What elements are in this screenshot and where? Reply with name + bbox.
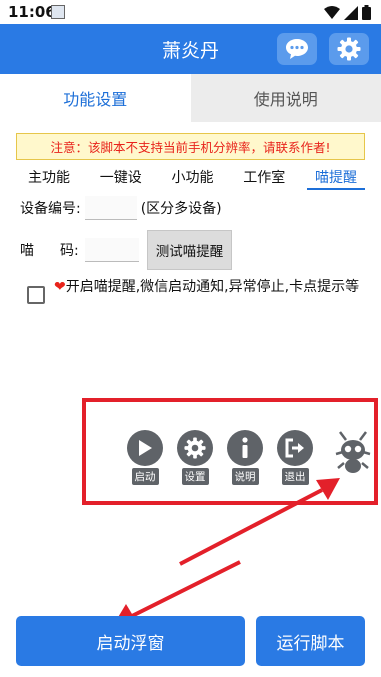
resolution-warning: 注意：该脚本不支持当前手机分辨率，请联系作者!	[16, 133, 365, 160]
tab-help[interactable]: 使用说明	[190, 74, 381, 122]
info-icon	[227, 430, 263, 466]
device-number-hint: (区分多设备)	[140, 201, 222, 217]
chat-button[interactable]	[277, 33, 317, 65]
status-bar: 11:06	[0, 0, 381, 24]
battery-icon	[362, 5, 371, 20]
wifi-icon	[324, 5, 340, 19]
sub-tab-main[interactable]: 主功能	[20, 164, 78, 190]
float-exit-item[interactable]: 退出	[277, 430, 313, 485]
sub-tab-studio[interactable]: 工作室	[235, 164, 293, 190]
status-time: 11:06	[8, 3, 56, 21]
test-reminder-button[interactable]: 测试喵提醒	[146, 230, 233, 270]
meow-code-label-1: 喵	[20, 243, 34, 259]
float-settings-item[interactable]: 设置	[177, 430, 213, 485]
reminder-label: 开启喵提醒,微信启动通知,异常停止,卡点提示等	[65, 279, 360, 295]
status-icons	[324, 5, 371, 20]
device-number-row: 设备编号: (区分多设备)	[20, 196, 222, 220]
notification-icon	[51, 5, 65, 19]
device-number-label: 设备编号:	[20, 201, 81, 217]
gear-icon	[337, 37, 361, 61]
meow-code-input[interactable]	[84, 238, 139, 262]
app-bar: 萧炎丹	[0, 24, 381, 74]
float-exit-label: 退出	[281, 468, 309, 485]
float-help-label: 说明	[231, 468, 259, 485]
float-help-item[interactable]: 说明	[227, 430, 263, 485]
heart-icon: ❤	[54, 279, 66, 295]
sub-tab-small-functions[interactable]: 小功能	[164, 164, 222, 190]
meow-code-label-2: 码:	[60, 243, 79, 259]
signal-icon	[344, 5, 358, 20]
device-number-input[interactable]	[84, 196, 137, 220]
float-start-label: 启动	[131, 468, 159, 485]
play-icon	[127, 430, 163, 466]
reminder-label-container: ❤开启喵提醒,微信启动通知,异常停止,卡点提示等	[54, 278, 366, 296]
start-float-window-button[interactable]: 启动浮窗	[16, 616, 245, 666]
top-tabs: 功能设置 使用说明	[0, 74, 381, 122]
settings-button[interactable]	[329, 33, 369, 65]
float-settings-label: 设置	[181, 468, 209, 485]
reminder-checkbox[interactable]	[27, 286, 45, 304]
gear-icon	[177, 430, 213, 466]
tab-settings[interactable]: 功能设置	[0, 74, 191, 122]
run-script-button[interactable]: 运行脚本	[256, 616, 365, 666]
float-start-item[interactable]: 启动	[127, 430, 163, 485]
bug-robot-icon[interactable]	[334, 430, 372, 476]
meow-code-row: 喵 码: 测试喵提醒	[20, 230, 233, 270]
chat-bubble-icon	[286, 39, 308, 59]
exit-icon	[277, 430, 313, 466]
sub-tab-meow-reminder[interactable]: 喵提醒	[307, 164, 365, 190]
sub-tabs: 主功能 一键设 小功能 工作室 喵提醒	[20, 164, 365, 190]
sub-tab-one-click[interactable]: 一键设	[92, 164, 150, 190]
app-title: 萧炎丹	[161, 40, 219, 62]
